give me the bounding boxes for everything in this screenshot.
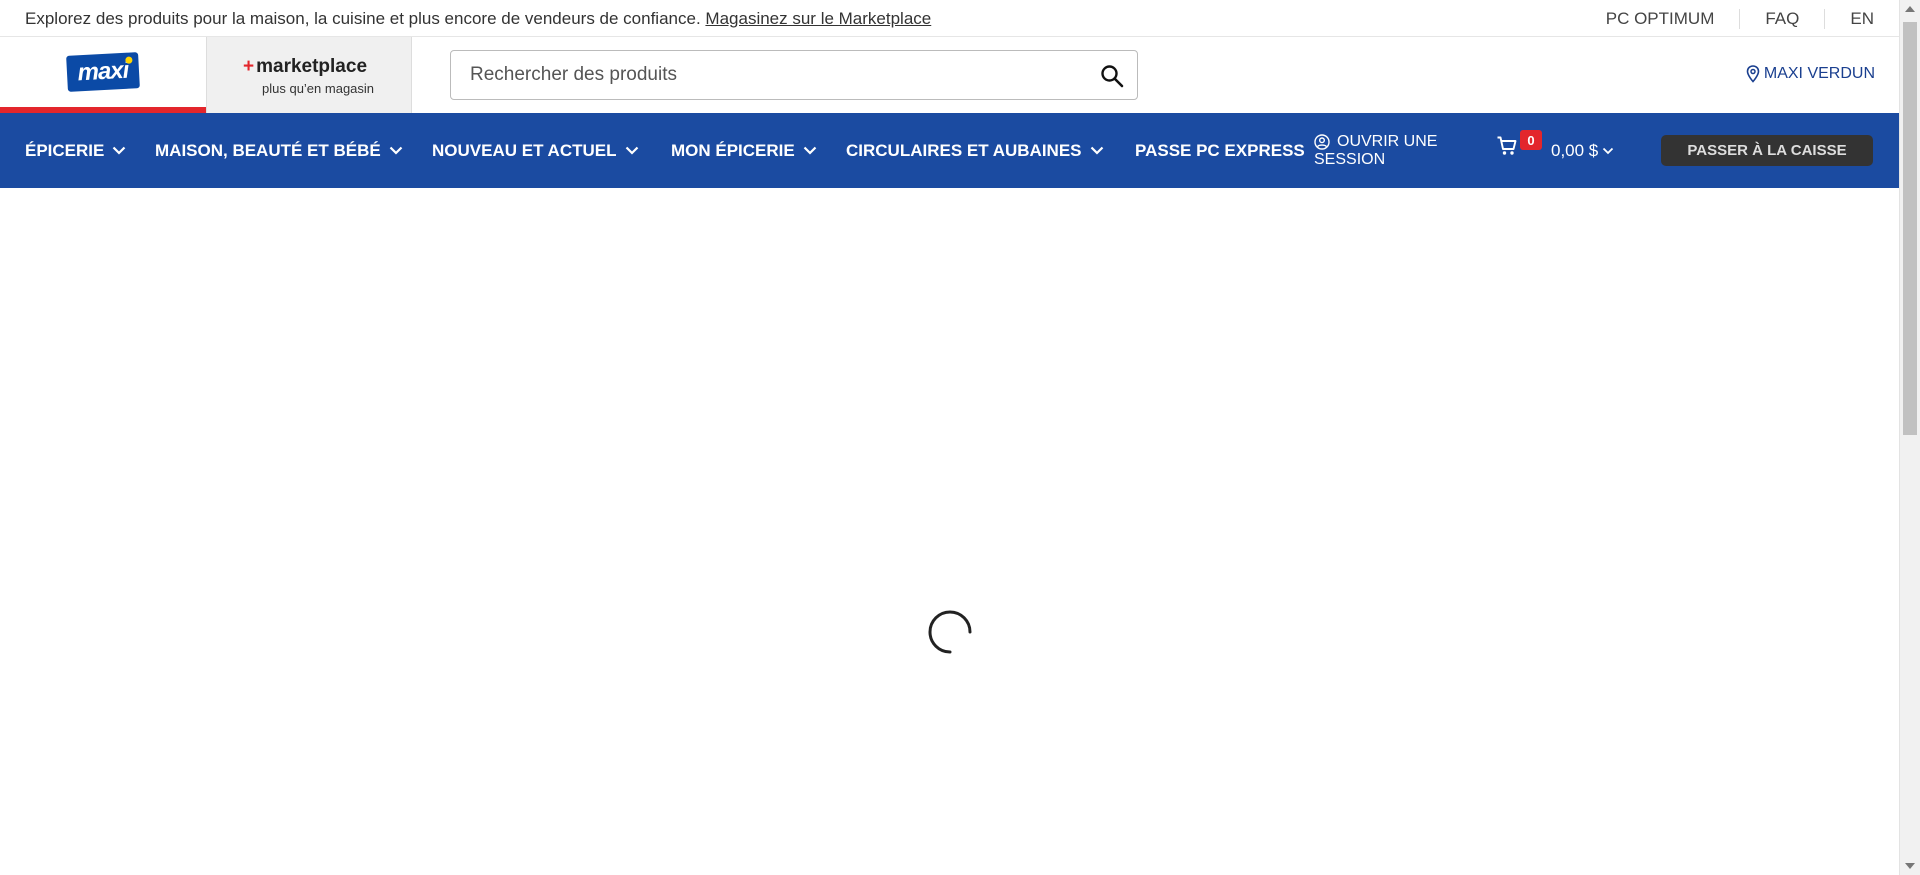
shop-marketplace-link[interactable]: Magasinez sur le Marketplace bbox=[705, 9, 931, 28]
search-bar bbox=[450, 50, 1138, 100]
marketplace-promo: Explorez des produits pour la maison, la… bbox=[25, 9, 931, 29]
sign-in-label-1: OUVRIR UNE bbox=[1337, 133, 1438, 150]
nav-passe-pc-express[interactable]: PASSE PC EXPRESS bbox=[1135, 113, 1305, 188]
nav-mon-epicerie-label: MON ÉPICERIE bbox=[671, 140, 795, 160]
maxi-home-tab[interactable]: maxi bbox=[0, 37, 206, 113]
cart-total-value: 0,00 $ bbox=[1551, 141, 1599, 160]
nav-mon-epicerie[interactable]: MON ÉPICERIE bbox=[671, 113, 817, 188]
sign-in-line-1: OUVRIR UNE bbox=[1314, 133, 1437, 151]
nav-nouveau-actuel[interactable]: NOUVEAU ET ACTUEL bbox=[432, 113, 639, 188]
promo-message: Explorez des produits pour la maison, la… bbox=[25, 9, 701, 28]
sign-in-label-2: SESSION bbox=[1314, 151, 1386, 168]
nav-maison-beaute-bebe[interactable]: MAISON, BEAUTÉ ET BÉBÉ bbox=[155, 113, 403, 188]
cart-total-dropdown[interactable]: 0,00 $ bbox=[1551, 141, 1614, 161]
nav-circulaires-label: CIRCULAIRES ET AUBAINES bbox=[846, 140, 1082, 160]
chevron-down-icon bbox=[625, 146, 638, 155]
page-scrollbar[interactable] bbox=[1899, 0, 1920, 875]
search-icon bbox=[1101, 65, 1124, 88]
nav-maison-label: MAISON, BEAUTÉ ET BÉBÉ bbox=[155, 140, 381, 160]
nav-nouveau-label: NOUVEAU ET ACTUEL bbox=[432, 140, 617, 160]
cart-button[interactable] bbox=[1496, 135, 1518, 162]
nav-epicerie[interactable]: ÉPICERIE bbox=[25, 113, 126, 188]
chevron-down-icon bbox=[1603, 147, 1614, 155]
utility-links: PC OPTIMUM FAQ EN bbox=[1581, 0, 1899, 37]
chevron-down-icon bbox=[389, 146, 403, 155]
chevron-down-icon bbox=[1090, 146, 1103, 155]
scroll-thumb[interactable] bbox=[1903, 22, 1917, 435]
faq-link[interactable]: FAQ bbox=[1739, 8, 1824, 29]
store-name: MAXI VERDUN bbox=[1763, 65, 1875, 82]
maxi-logo: maxi bbox=[66, 52, 140, 92]
nav-circulaires-aubaines[interactable]: CIRCULAIRES ET AUBAINES bbox=[846, 113, 1104, 188]
language-toggle-link[interactable]: EN bbox=[1824, 8, 1899, 29]
loading-spinner-icon bbox=[928, 610, 972, 654]
chevron-down-icon bbox=[113, 146, 126, 155]
user-circle-icon bbox=[1314, 134, 1330, 150]
pc-optimum-link[interactable]: PC OPTIMUM bbox=[1581, 9, 1740, 29]
scroll-down-arrow-icon[interactable] bbox=[1905, 863, 1915, 869]
cart-count-badge: 0 bbox=[1520, 130, 1542, 150]
marketplace-subtitle: plus qu’en magasin bbox=[262, 81, 375, 96]
scroll-up-arrow-icon[interactable] bbox=[1905, 6, 1915, 12]
search-button[interactable] bbox=[1099, 63, 1125, 89]
marketplace-title-text: marketplace bbox=[256, 56, 368, 77]
nav-epicerie-label: ÉPICERIE bbox=[25, 140, 105, 160]
store-selector[interactable]: MAXI VERDUN bbox=[1746, 65, 1875, 83]
sign-in-link[interactable]: OUVRIR UNE SESSION bbox=[1314, 133, 1437, 169]
chevron-down-icon bbox=[803, 146, 817, 155]
nav-passe-label: PASSE PC EXPRESS bbox=[1135, 140, 1305, 160]
marketplace-tab[interactable]: + marketplace plus qu’en magasin bbox=[206, 37, 412, 113]
cart-icon bbox=[1497, 136, 1517, 155]
maxi-logo-text: maxi bbox=[76, 56, 129, 87]
logo-dot bbox=[125, 56, 133, 64]
marketplace-title: + marketplace bbox=[243, 56, 367, 78]
checkout-button[interactable]: PASSER À LA CAISSE bbox=[1661, 135, 1873, 166]
search-input[interactable] bbox=[470, 51, 1070, 99]
marketplace-plus-icon: + bbox=[243, 56, 255, 77]
location-pin-icon bbox=[1746, 65, 1760, 83]
site-header: maxi +marketplace plus qu’en magasin MAX… bbox=[0, 37, 1899, 113]
main-nav: ÉPICERIE MAISON, BEAUTÉ ET BÉBÉ NOUVEAU … bbox=[0, 113, 1899, 188]
top-banner: Explorez des produits pour la maison, la… bbox=[0, 0, 1899, 37]
